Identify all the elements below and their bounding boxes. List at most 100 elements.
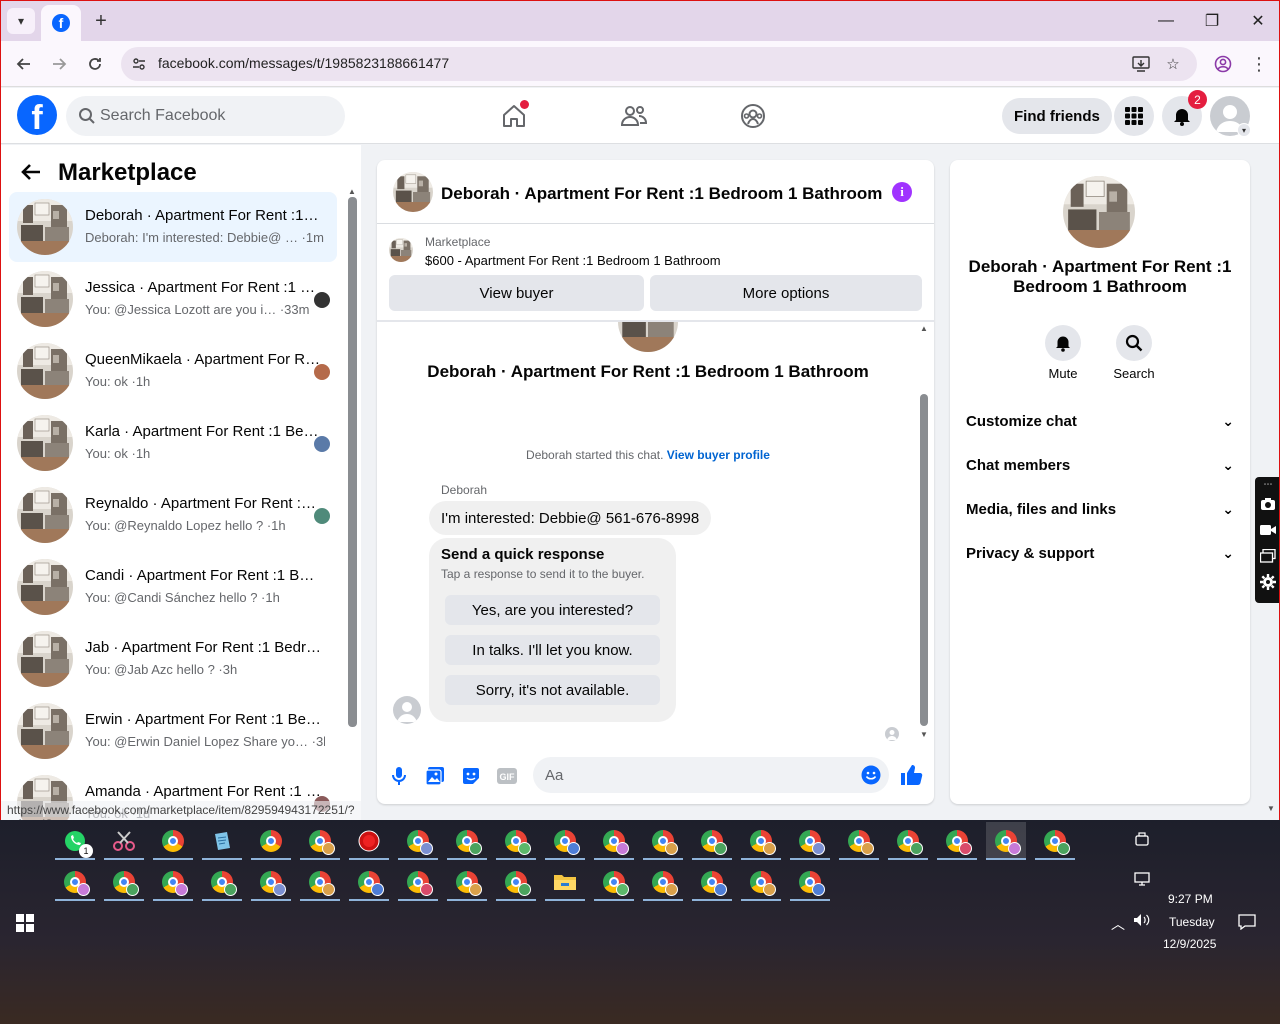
chat-members-section[interactable]: Chat members ⌄ <box>966 450 1234 480</box>
site-info-icon[interactable] <box>129 54 149 74</box>
sidebar-scrollbar[interactable] <box>348 197 357 727</box>
scroll-down-arrow[interactable]: ▼ <box>920 730 928 739</box>
conversation-item[interactable]: Jessica · Apartment For Rent :1 Bedroom … <box>9 264 337 334</box>
listing-title[interactable]: $600 - Apartment For Rent :1 Bedroom 1 B… <box>425 253 721 268</box>
chrome-icon[interactable] <box>741 863 781 901</box>
conversation-item[interactable]: Karla · Apartment For Rent :1 Bedroom You… <box>9 408 337 478</box>
message-bubble[interactable]: I'm interested: Debbie@ 561-676-8998 <box>429 501 712 535</box>
back-arrow-icon[interactable] <box>21 161 41 187</box>
friends-icon[interactable] <box>620 102 648 130</box>
chrome-icon[interactable] <box>104 863 144 901</box>
menu-grid-icon[interactable] <box>1114 96 1154 136</box>
microphone-icon[interactable] <box>388 765 410 787</box>
scroll-up-arrow[interactable]: ▲ <box>348 187 356 196</box>
chrome-icon[interactable] <box>153 822 193 860</box>
chrome-icon[interactable] <box>496 863 536 901</box>
message-input[interactable] <box>545 757 845 793</box>
windows-icon[interactable] <box>1255 543 1279 569</box>
tray-chevron-up-icon[interactable]: ︿ <box>1111 914 1125 934</box>
chrome-icon[interactable] <box>300 822 340 860</box>
volume-icon[interactable] <box>1133 913 1151 930</box>
conversation-item[interactable]: Candi · Apartment For Rent :1 Bedroom 1 … <box>9 552 337 622</box>
chat-header-title[interactable]: Deborah · Apartment For Rent :1 Bedroom … <box>441 184 882 204</box>
chat-scrollbar[interactable] <box>920 394 928 726</box>
file-explorer-icon[interactable] <box>545 863 585 901</box>
sticker-icon[interactable] <box>460 765 482 787</box>
close-window-button[interactable]: ✕ <box>1243 9 1273 33</box>
link-icon[interactable]: ⋯ <box>1255 477 1279 491</box>
network-icon[interactable] <box>1134 872 1150 889</box>
windows-start-icon[interactable] <box>16 914 34 932</box>
info-icon[interactable]: i <box>892 182 912 202</box>
quick-response-button[interactable]: Yes, are you interested? <box>445 595 660 625</box>
search-action[interactable]: Search <box>1099 325 1169 381</box>
gif-icon[interactable]: GIF <box>496 765 518 787</box>
conversation-item[interactable]: Reynaldo · Apartment For Rent :1 Bedroom… <box>9 480 337 550</box>
new-tab-button[interactable]: + <box>89 9 113 33</box>
address-bar[interactable]: facebook.com/messages/t/1985823188661477… <box>121 47 1197 81</box>
thumbs-up-icon[interactable] <box>899 763 923 787</box>
chrome-icon[interactable] <box>300 863 340 901</box>
account-chevron-down-icon[interactable]: ▾ <box>1237 123 1251 137</box>
conversation-item[interactable]: QueenMikaela · Apartment For Rent :1 Bed… <box>9 336 337 406</box>
chrome-icon[interactable] <box>447 863 487 901</box>
video-camera-icon[interactable] <box>1255 517 1279 543</box>
notepad-icon[interactable] <box>202 822 242 860</box>
listing-avatar[interactable] <box>1063 176 1135 248</box>
groups-icon[interactable] <box>739 102 767 130</box>
clock-day[interactable]: Tuesday <box>1169 915 1215 929</box>
chrome-icon[interactable] <box>594 822 634 860</box>
clock-time[interactable]: 9:27 PM <box>1168 892 1213 906</box>
chrome-icon[interactable] <box>55 863 95 901</box>
emoji-icon[interactable] <box>861 765 881 785</box>
tab-search-dropdown[interactable]: ▾ <box>7 8 35 34</box>
camera-icon[interactable] <box>1255 491 1279 517</box>
record-icon[interactable] <box>349 822 389 860</box>
message-composer[interactable] <box>533 757 889 793</box>
conversation-item[interactable]: Jab · Apartment For Rent :1 Bedroom 1 Ba… <box>9 624 337 694</box>
home-icon[interactable] <box>500 100 529 130</box>
chrome-icon[interactable] <box>545 822 585 860</box>
minimize-button[interactable]: — <box>1151 9 1181 33</box>
chrome-icon[interactable] <box>741 822 781 860</box>
view-buyer-profile-link[interactable]: View buyer profile <box>667 448 770 462</box>
page-scroll-down-arrow[interactable]: ▼ <box>1267 804 1275 813</box>
reload-icon[interactable] <box>82 51 108 77</box>
bell-icon[interactable] <box>1045 325 1081 361</box>
customize-chat-section[interactable]: Customize chat ⌄ <box>966 406 1234 436</box>
meet-now-icon[interactable] <box>1134 832 1150 851</box>
chrome-icon[interactable] <box>251 863 291 901</box>
chrome-icon[interactable] <box>790 822 830 860</box>
facebook-logo[interactable]: f <box>17 95 57 135</box>
chrome-icon[interactable] <box>692 822 732 860</box>
chrome-icon[interactable] <box>202 863 242 901</box>
listing-thumbnail[interactable] <box>389 238 413 262</box>
chrome-icon[interactable] <box>1035 822 1075 860</box>
conversation-item[interactable]: Deborah · Apartment For Rent :1 Bedroom … <box>9 192 337 262</box>
url-text[interactable]: facebook.com/messages/t/1985823188661477 <box>158 55 449 71</box>
chrome-icon[interactable] <box>643 863 683 901</box>
chrome-icon[interactable] <box>251 822 291 860</box>
chrome-icon[interactable] <box>986 822 1026 860</box>
chrome-icon[interactable] <box>839 822 879 860</box>
chat-listing-avatar[interactable] <box>393 172 433 212</box>
chrome-icon[interactable] <box>349 863 389 901</box>
facebook-search[interactable] <box>66 96 345 136</box>
chrome-icon[interactable] <box>447 822 487 860</box>
quick-response-button[interactable]: Sorry, it's not available. <box>445 675 660 705</box>
photo-icon[interactable] <box>424 765 446 787</box>
clock-date[interactable]: 12/9/2025 <box>1163 937 1216 951</box>
back-arrow-icon[interactable] <box>11 51 37 77</box>
conversation-item[interactable]: Erwin · Apartment For Rent :1 Bedroom 1 … <box>9 696 337 766</box>
view-buyer-button[interactable]: View buyer <box>389 275 644 311</box>
more-options-button[interactable]: More options <box>650 275 922 311</box>
install-app-icon[interactable] <box>1131 54 1151 74</box>
whatsapp-icon[interactable]: 1 <box>55 822 95 860</box>
chrome-icon[interactable] <box>937 822 977 860</box>
media-files-links-section[interactable]: Media, files and links ⌄ <box>966 494 1234 524</box>
browser-menu-icon[interactable]: ⋮ <box>1246 51 1272 77</box>
search-input[interactable] <box>100 96 335 136</box>
chrome-icon[interactable] <box>398 863 438 901</box>
settings-gear-icon[interactable] <box>1255 569 1279 595</box>
forward-arrow-icon[interactable] <box>46 51 72 77</box>
